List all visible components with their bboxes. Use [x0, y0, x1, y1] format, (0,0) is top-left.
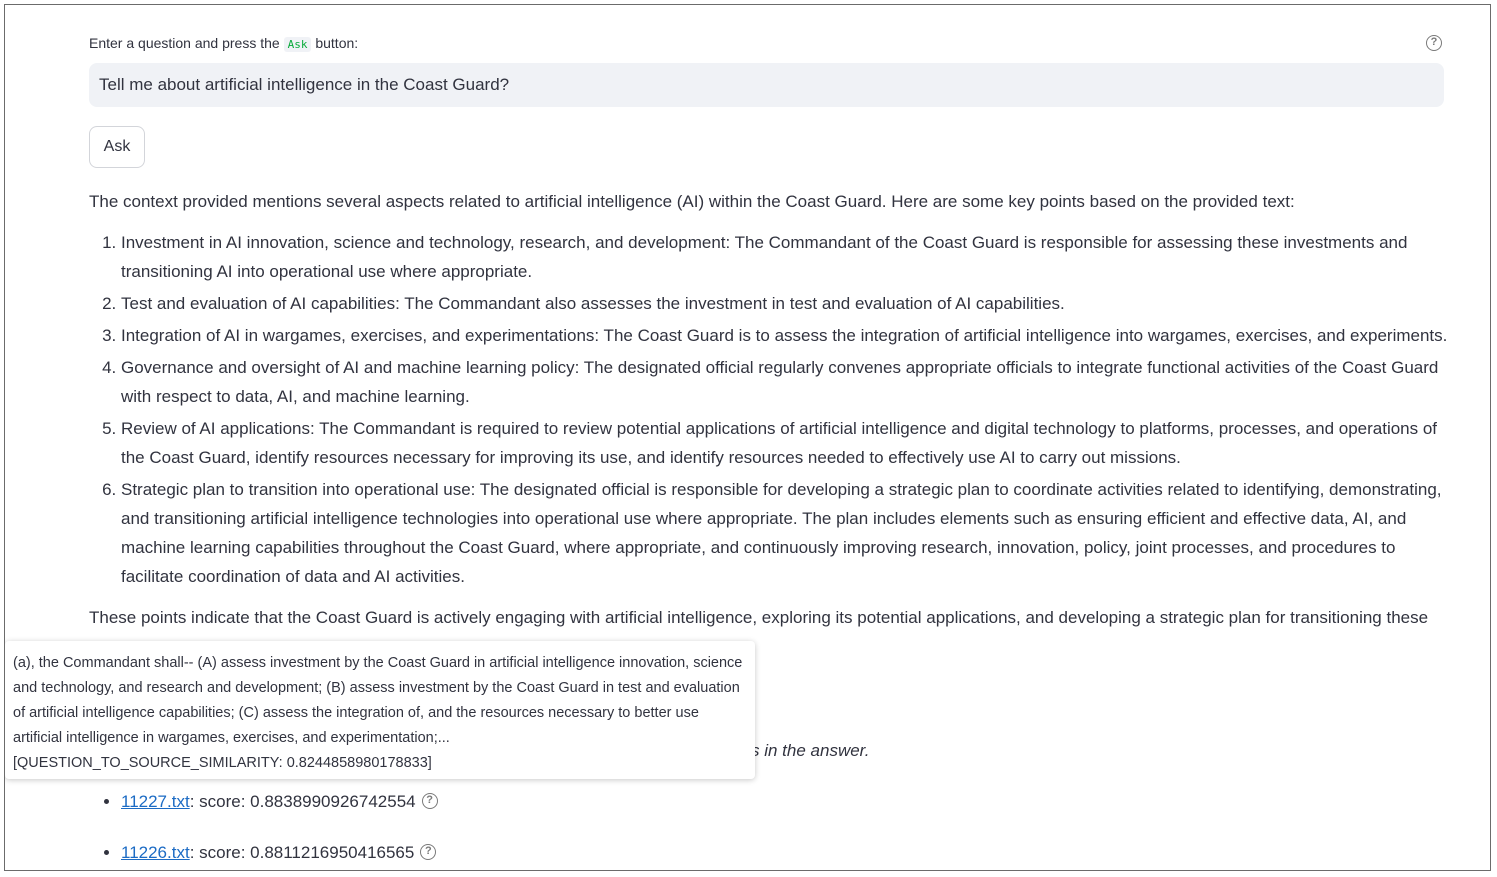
answer-intro: The context provided mentions several as…: [89, 192, 1295, 211]
source-score: : score: 0.8811216950416565: [189, 843, 415, 862]
question-label: Enter a question and press the Ask butto…: [89, 35, 359, 52]
answer-point: Investment in AI innovation, science and…: [121, 228, 1449, 286]
answer-point: Review of AI applications: The Commandan…: [121, 414, 1449, 472]
question-circle-icon[interactable]: ?: [1426, 35, 1442, 51]
source-score: : score: 0.8838990926742554: [189, 792, 416, 811]
sources-list: 11227.txt: score: 0.8838990926742554? 11…: [89, 781, 438, 870]
source-item: 11227.txt: score: 0.8838990926742554?: [121, 781, 438, 832]
sources-note-text: s in the answer.: [751, 741, 870, 760]
answer-conclusion: These points indicate that the Coast Gua…: [89, 608, 1429, 627]
question-label-code: Ask: [283, 37, 312, 52]
tooltip-text: (a), the Commandant shall-- (A) assess i…: [13, 655, 743, 746]
tooltip-similarity: [QUESTION_TO_SOURCE_SIMILARITY: 0.824485…: [13, 755, 432, 771]
answer-point: Test and evaluation of AI capabilities: …: [121, 289, 1449, 318]
answer-point: Strategic plan to transition into operat…: [121, 475, 1449, 591]
question-circle-icon[interactable]: ?: [421, 792, 438, 809]
question-label-suffix: button:: [315, 35, 359, 51]
question-label-prefix: Enter a question and press the: [89, 35, 280, 51]
source-item: 11226.txt: score: 0.8811216950416565?: [121, 832, 438, 870]
app-frame: Enter a question and press the Ask butto…: [4, 4, 1491, 871]
answer-point: Governance and oversight of AI and machi…: [121, 353, 1449, 411]
question-input[interactable]: [89, 63, 1444, 107]
source-tooltip: (a), the Commandant shall-- (A) assess i…: [5, 641, 755, 779]
answer-points-list: Investment in AI innovation, science and…: [89, 228, 1449, 591]
source-link[interactable]: 11227.txt: [121, 792, 190, 811]
answer-point: Integration of AI in wargames, exercises…: [121, 321, 1449, 350]
answer-block: The context provided mentions several as…: [89, 187, 1449, 632]
question-circle-icon[interactable]: ?: [420, 843, 437, 860]
source-link[interactable]: 11226.txt: [121, 843, 190, 862]
ask-button[interactable]: Ask: [89, 126, 145, 168]
